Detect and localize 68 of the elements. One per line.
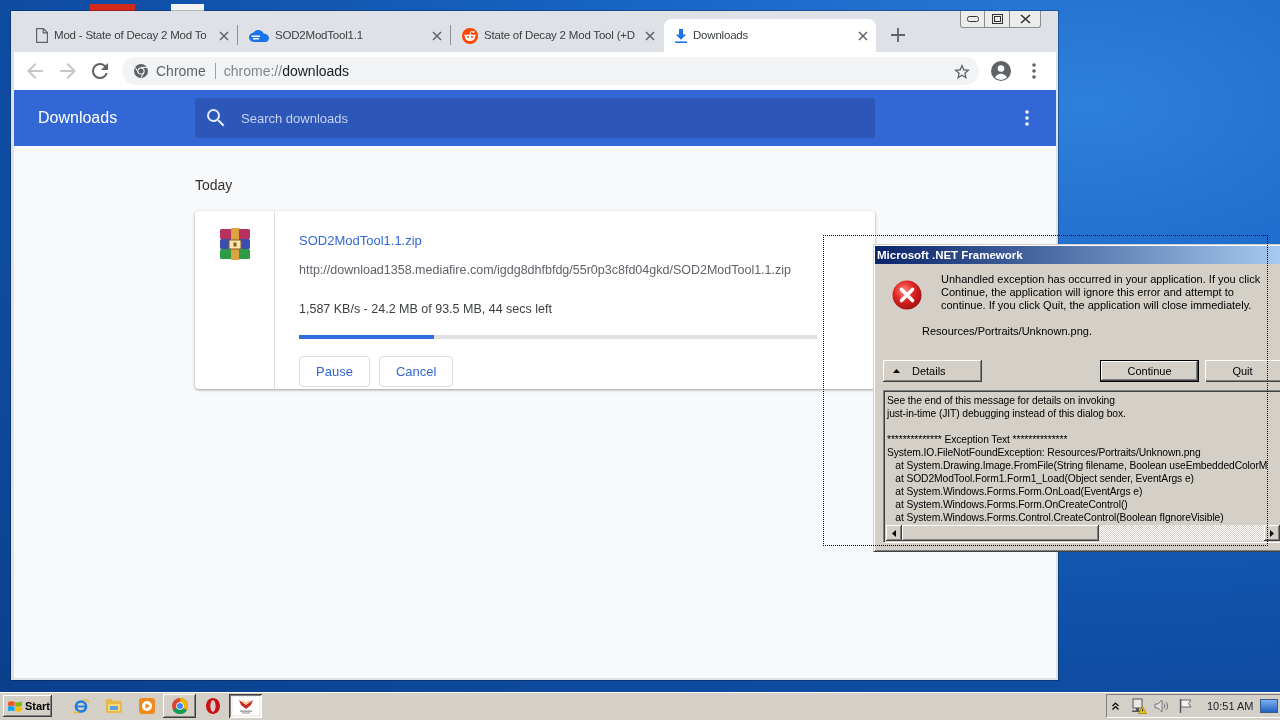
url-text: chrome://downloads [223,61,350,81]
account-icon[interactable] [991,61,1011,81]
menu-icon[interactable] [1032,63,1036,79]
taskbar-button[interactable] [163,694,196,718]
browser-tab[interactable]: SOD2ModTool1.1 [238,19,450,52]
close-icon[interactable] [219,30,229,41]
archive-icon [218,228,251,260]
cloud-icon [249,29,269,42]
reload-icon[interactable] [92,63,108,79]
taskbar-button[interactable] [229,694,262,718]
triangle-left-icon [892,529,896,537]
star-icon[interactable] [954,63,970,79]
window-flag-icon [7,700,22,712]
close-icon[interactable] [432,30,442,41]
error-icon [892,280,922,310]
browser-tab[interactable]: Downloads [664,19,876,52]
scrollbar-thumb[interactable] [902,525,1099,541]
download-status-text: 1,587 KB/s - 24.2 MB of 93.5 MB, 44 secs left [299,301,552,317]
new-tab-icon[interactable] [891,28,905,42]
address-bar[interactable]: Chrome chrome://downloads [122,57,979,85]
search-icon [207,109,225,127]
flag-icon[interactable] [1179,699,1193,713]
minimize-icon [966,16,979,22]
restore-button[interactable] [985,11,1010,28]
page-icon [36,28,48,43]
site-label: Chrome [156,61,206,81]
clock-text: 10:51 AM [1207,698,1254,714]
start-button[interactable]: Start [3,695,52,717]
quit-button[interactable]: Quit [1205,360,1280,382]
close-icon[interactable] [645,30,655,41]
exception-details-text: See the end of this message for details on invoking just-in-time (JIT) debugging instead of this dialog box. ************** Exception Text ************** System.IO.FileNotFoundException: Resources/Portraits/Unknown.png at System.Drawing.Image.FromFile(String filename, Boolean useEmbeddedColorM at SOD2ModTool.Form1.Form1_Load(Object sender, EventArgs e) at System.Windows.Forms.Form.OnLoad(EventArgs e) at System.Windows.Forms.Form.OnCreateControl() at System.Windows.Forms.Control.CreateControl(Boolean fIgnoreVisible) [887,394,1268,524]
error-detail-text: Resources/Portraits/Unknown.png. [922,325,1093,338]
date-heading: Today [195,177,234,193]
scroll-right-button[interactable] [1264,525,1280,541]
action-button[interactable]: Pause [299,356,370,387]
search-field[interactable]: Search downloads [195,98,875,138]
scrollbar-track[interactable] [886,525,1280,541]
site-logo-icon [134,64,148,78]
details-textbox[interactable] [883,390,1280,543]
chevron-up-icon[interactable] [1112,702,1119,710]
triangle-up-icon [893,369,900,373]
dialog-title-bar: Microsoft .NET Framework [875,246,1280,264]
continue-button[interactable]: Continue [1100,360,1199,382]
triangle-right-icon [1270,529,1274,537]
scroll-left-button[interactable] [886,525,902,541]
minimize-button[interactable] [960,11,985,28]
browser-tab[interactable]: Mod - State of Decay 2 Mod To [25,19,237,52]
ring-icon[interactable] [205,698,220,714]
action-button[interactable]: Cancel [378,356,454,387]
browser-tab[interactable]: State of Decay 2 Mod Tool (+D [451,19,663,52]
download-icon [675,28,687,43]
menu-icon[interactable] [1025,110,1029,126]
network-warning-icon[interactable] [1131,698,1147,714]
page-title: Downloads [37,108,119,128]
source-url-link[interactable]: http://download1358.mediafire.com/igdg8dhfbfdg/55r0p3c8fd04gkd/SOD2ModTool1.1.zip [299,262,791,278]
show-desktop-icon[interactable] [1260,699,1278,713]
alien-face-icon [462,27,478,44]
restore-icon [991,14,1003,24]
close-button[interactable] [1010,11,1041,28]
circle-logo-icon [171,698,188,714]
close-icon [1019,14,1031,24]
speaker-icon[interactable] [1154,699,1169,713]
details-button[interactable]: Details [883,360,982,382]
error-message: Unhandled exception has occurred in your application. If you click Continue, the application will ignore this error and attempt to continue. If you click Quit, the application will close immediately. [941,273,1262,312]
emblem-icon [232,697,259,715]
file-name-link[interactable]: SOD2ModTool1.1.zip [299,233,422,249]
swoosh-ring-icon[interactable] [72,698,89,714]
close-icon[interactable] [858,30,868,41]
